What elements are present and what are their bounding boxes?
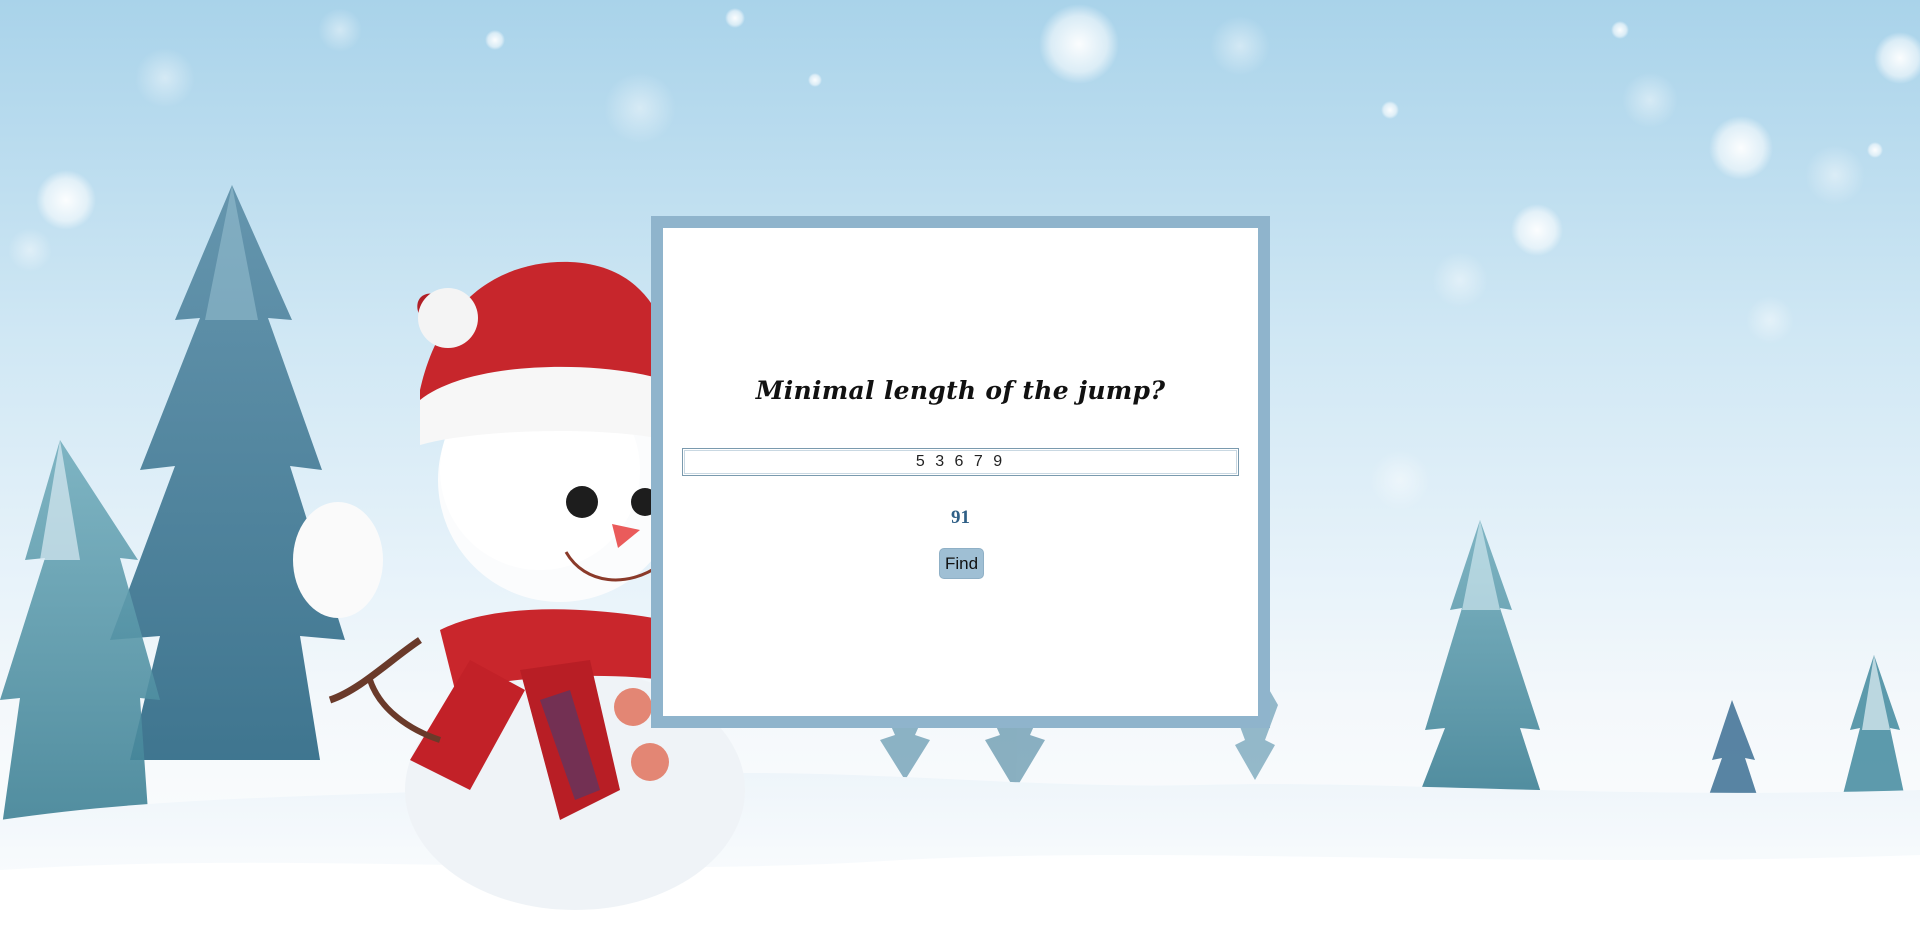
find-button[interactable]: Find: [939, 548, 984, 579]
result-value: 91: [951, 507, 970, 528]
puzzle-title: Minimal length of the jump?: [755, 376, 1166, 405]
numbers-input[interactable]: [682, 448, 1239, 476]
puzzle-card: Minimal length of the jump? 91 Find: [663, 228, 1258, 716]
puzzle-card-frame: Minimal length of the jump? 91 Find: [651, 216, 1270, 728]
pine-tree-left-small: [0, 440, 160, 840]
